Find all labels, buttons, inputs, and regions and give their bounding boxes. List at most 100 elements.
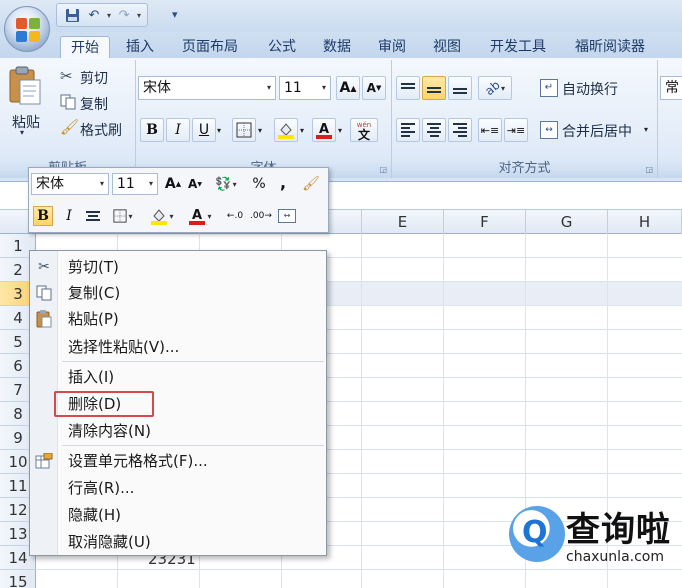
mini-bold-button[interactable]: B: [33, 206, 53, 226]
copy-icon: [60, 94, 76, 110]
menu-item-paste[interactable]: 粘贴(P): [30, 307, 326, 331]
mini-align-center-icon[interactable]: [83, 206, 103, 226]
menu-item-hide[interactable]: 隐藏(H): [30, 503, 326, 527]
tab-foxit-reader[interactable]: 福昕阅读器: [568, 36, 652, 58]
grow-font-button[interactable]: A ▲: [336, 76, 360, 100]
italic-button[interactable]: I: [166, 118, 190, 142]
menu-item-copy[interactable]: 复制(C): [30, 281, 326, 305]
mini-italic-button[interactable]: I: [59, 206, 79, 226]
merge-center-label: 合并后居中: [562, 124, 632, 140]
bold-button[interactable]: B: [140, 118, 164, 142]
number-group: 常: [658, 60, 682, 178]
wrap-text-button[interactable]: ↵ 自动换行: [538, 76, 650, 100]
cut-button[interactable]: ✂ 剪切: [58, 66, 132, 88]
mini-format-painter-icon[interactable]: 🖌: [301, 174, 321, 194]
redo-icon[interactable]: ↷: [115, 6, 133, 24]
copy-button[interactable]: 复制: [58, 92, 132, 114]
increase-indent-button[interactable]: ⇥≡: [504, 118, 528, 142]
align-top-button[interactable]: [396, 76, 420, 100]
font-name-combo[interactable]: 宋体 ▾: [138, 76, 276, 100]
align-center-button[interactable]: [422, 118, 446, 142]
column-header-h[interactable]: H: [608, 210, 682, 234]
mini-accounting-format-icon[interactable]: 💱 ▾: [211, 174, 241, 194]
menu-item-hide-label: 隐藏(H): [68, 506, 121, 524]
column-header-g[interactable]: G: [526, 210, 608, 234]
mini-grow-font-icon[interactable]: A ▲: [163, 174, 183, 194]
align-left-button[interactable]: [396, 118, 420, 142]
mini-percent-icon[interactable]: %: [249, 174, 269, 194]
shrink-font-button[interactable]: A ▼: [362, 76, 386, 100]
mini-merge-center-icon[interactable]: ↔: [275, 206, 299, 226]
tab-insert[interactable]: 插入: [120, 36, 160, 58]
mini-decrease-decimal-icon[interactable]: .00→: [249, 206, 273, 226]
fill-color-button[interactable]: [274, 118, 298, 142]
mini-font-name-combo[interactable]: 宋体 ▾: [31, 173, 109, 195]
mini-font-size-dropdown-icon[interactable]: ▾: [145, 174, 157, 194]
mini-font-name-dropdown-icon[interactable]: ▾: [96, 174, 108, 194]
tab-review[interactable]: 审阅: [372, 36, 412, 58]
align-middle-button[interactable]: [422, 76, 446, 100]
redo-dropdown-icon[interactable]: ▾: [137, 11, 141, 20]
cut-label: 剪切: [80, 71, 108, 87]
paste-button[interactable]: 粘贴 ▾: [4, 64, 46, 142]
underline-dropdown-icon[interactable]: ▾: [217, 126, 221, 135]
mini-borders-icon[interactable]: ▾: [109, 206, 137, 226]
office-button[interactable]: [4, 6, 50, 52]
font-size-dropdown-icon[interactable]: ▾: [318, 77, 330, 99]
orientation-button[interactable]: ab ▾: [478, 76, 512, 100]
menu-item-format-cells[interactable]: 设置单元格格式(F)...: [30, 449, 326, 473]
paste-dropdown-icon[interactable]: ▾: [20, 128, 24, 137]
font-color-button[interactable]: A: [312, 118, 336, 142]
borders-button[interactable]: [232, 118, 256, 142]
column-header-f[interactable]: F: [444, 210, 526, 234]
align-bottom-button[interactable]: [448, 76, 472, 100]
font-name-dropdown-icon[interactable]: ▾: [263, 77, 275, 99]
tab-home[interactable]: 开始: [60, 36, 110, 58]
mini-font-color-icon[interactable]: A ▾: [185, 206, 215, 226]
menu-item-unhide[interactable]: 取消隐藏(U): [30, 530, 326, 554]
menu-item-row-height[interactable]: 行高(R)...: [30, 476, 326, 500]
alignment-group: ab ▾ ↵ 自动换行 ⇤≡ ⇥≡ ↔ 合并后居中 ▾ 对齐方式 ◲: [392, 60, 658, 178]
borders-dropdown-icon[interactable]: ▾: [258, 126, 262, 135]
menu-item-clear-contents[interactable]: 清除内容(N): [30, 419, 326, 443]
mini-font-size-combo[interactable]: 11 ▾: [112, 173, 158, 195]
mini-shrink-font-icon[interactable]: A ▼: [185, 174, 205, 194]
paste-icon: [9, 66, 41, 105]
mini-increase-decimal-icon[interactable]: ←.0: [223, 206, 247, 226]
font-launcher-icon[interactable]: ◲: [379, 165, 387, 174]
fill-color-dropdown-icon[interactable]: ▾: [300, 126, 304, 135]
save-icon[interactable]: [63, 6, 81, 24]
mini-fill-color-icon[interactable]: ▾: [147, 206, 177, 226]
customize-qat-icon[interactable]: ▾: [172, 8, 178, 21]
merge-center-button[interactable]: ↔ 合并后居中 ▾: [538, 118, 654, 142]
font-color-dropdown-icon[interactable]: ▾: [338, 126, 342, 135]
merge-center-dropdown-icon[interactable]: ▾: [644, 125, 648, 134]
menu-item-cut[interactable]: ✂ 剪切(T): [30, 255, 326, 279]
menu-item-insert[interactable]: 插入(I): [30, 365, 326, 389]
phonetic-button[interactable]: wén 文: [350, 118, 378, 142]
decrease-indent-button[interactable]: ⇤≡: [478, 118, 502, 142]
tab-view[interactable]: 视图: [427, 36, 467, 58]
row-header[interactable]: 15: [0, 570, 36, 588]
undo-dropdown-icon[interactable]: ▾: [107, 11, 111, 20]
phonetic-icon: 文: [357, 128, 370, 142]
menu-item-cut-label: 剪切(T): [68, 258, 119, 276]
number-format-combo[interactable]: 常: [660, 76, 682, 100]
underline-button[interactable]: U: [192, 118, 216, 142]
align-right-button[interactable]: [448, 118, 472, 142]
tab-formulas[interactable]: 公式: [262, 36, 302, 58]
alignment-launcher-icon[interactable]: ◲: [645, 165, 653, 174]
column-header-e[interactable]: E: [362, 210, 444, 234]
menu-item-paste-special[interactable]: 选择性粘贴(V)...: [30, 335, 326, 359]
tab-developer[interactable]: 开发工具: [483, 36, 553, 58]
watermark-url: chaxunla.com: [566, 549, 664, 565]
tab-data[interactable]: 数据: [317, 36, 357, 58]
font-name-value: 宋体: [143, 80, 171, 96]
format-painter-button[interactable]: 🖌 格式刷: [58, 118, 132, 140]
undo-icon[interactable]: ↶: [85, 6, 103, 24]
mini-comma-icon[interactable]: ,: [275, 172, 291, 192]
merge-center-icon: ↔: [540, 121, 558, 139]
tab-page-layout[interactable]: 页面布局: [176, 36, 244, 58]
font-size-combo[interactable]: 11 ▾: [279, 76, 331, 100]
number-group-label: [658, 160, 682, 178]
